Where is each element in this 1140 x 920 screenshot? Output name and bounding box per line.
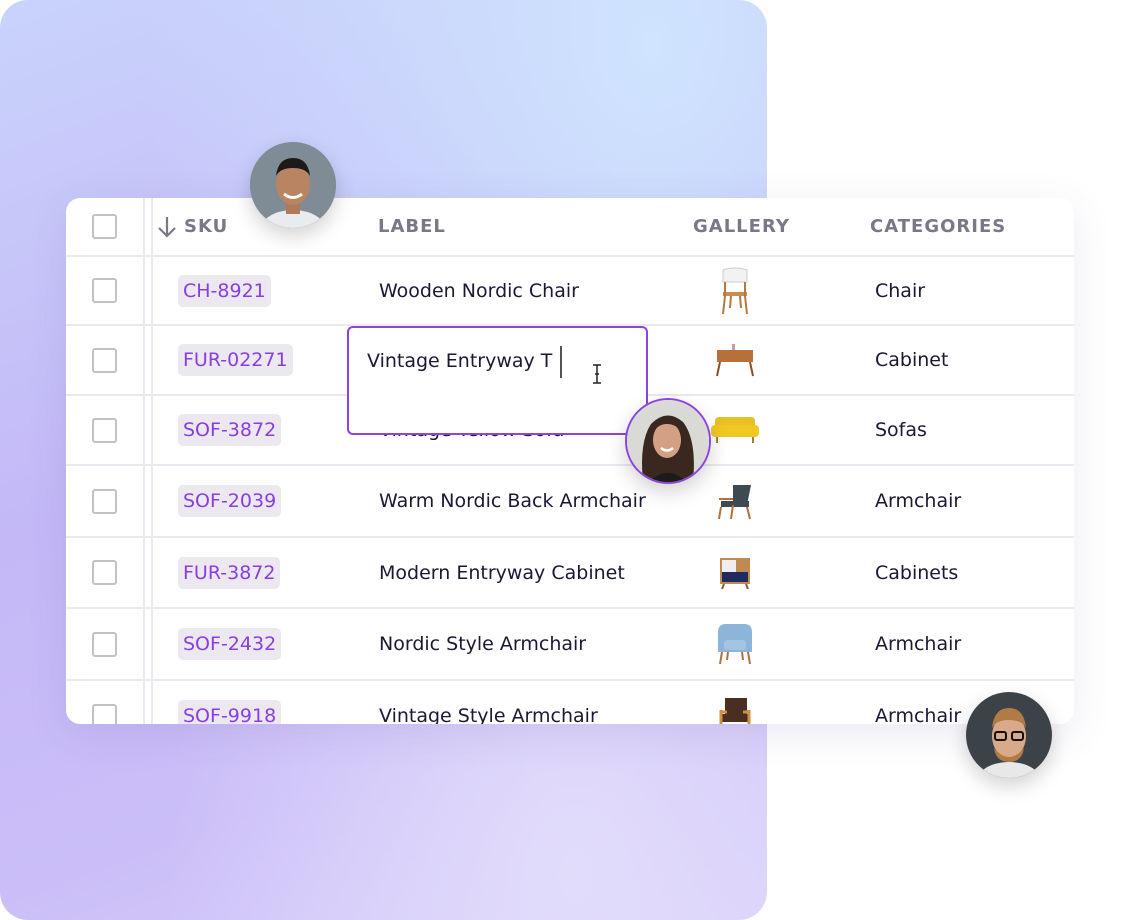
sku-badge[interactable]: SOF-2432 bbox=[178, 628, 282, 660]
row-checkbox[interactable] bbox=[92, 631, 117, 657]
table-row[interactable]: SOF-9918 Vintage Style Armchair Armchair bbox=[66, 681, 1074, 724]
label-cell[interactable]: Modern Entryway Cabinet bbox=[379, 562, 625, 584]
sku-badge[interactable]: FUR-3872 bbox=[178, 556, 281, 589]
label-cell[interactable]: Warm Nordic Back Armchair bbox=[379, 490, 646, 512]
text-cursor-icon bbox=[593, 364, 601, 384]
sku-badge[interactable]: SOF-3872 bbox=[178, 414, 282, 446]
product-image-wooden-console-table[interactable] bbox=[709, 326, 761, 394]
categories-header[interactable]: CATEGORIES bbox=[870, 216, 1006, 237]
editor-input-text[interactable]: Vintage Entryway T bbox=[367, 350, 552, 372]
label-cell[interactable]: Vintage Style Armchair bbox=[379, 705, 598, 724]
category-cell[interactable]: Armchair bbox=[875, 633, 961, 655]
table-row[interactable]: SOF-2039 Warm Nordic Back Armchair Armchai… bbox=[66, 466, 1074, 538]
product-image-brown-armchair[interactable] bbox=[709, 681, 761, 724]
label-cell-editor[interactable]: Vintage Entryway T bbox=[347, 326, 648, 435]
row-checkbox[interactable] bbox=[92, 278, 117, 303]
avatar-man-smiling bbox=[250, 142, 336, 228]
category-cell[interactable]: Cabinets bbox=[875, 562, 958, 584]
product-image-yellow-sofa[interactable] bbox=[709, 396, 761, 464]
arrow-down-icon bbox=[158, 216, 176, 238]
table-row[interactable]: FUR-3872 Modern Entryway Cabinet Cabinets bbox=[66, 538, 1074, 609]
row-checkbox[interactable] bbox=[92, 417, 117, 443]
product-image-white-wooden-chair[interactable] bbox=[709, 257, 761, 324]
label-cell[interactable]: Nordic Style Armchair bbox=[379, 633, 586, 655]
gallery-header[interactable]: GALLERY bbox=[693, 216, 790, 237]
table-row[interactable]: SOF-2432 Nordic Style Armchair Armchair bbox=[66, 609, 1074, 681]
row-checkbox[interactable] bbox=[92, 560, 117, 585]
table-header: SKU LABEL GALLERY CATEGORIES bbox=[66, 198, 1074, 257]
category-cell[interactable]: Cabinet bbox=[875, 349, 948, 371]
table-row[interactable]: CH-8921 Wooden Nordic Chair Chair bbox=[66, 257, 1074, 326]
label-cell[interactable]: Wooden Nordic Chair bbox=[379, 280, 579, 302]
sku-badge[interactable]: FUR-02271 bbox=[178, 344, 293, 376]
category-cell[interactable]: Sofas bbox=[875, 419, 927, 441]
product-image-blue-armchair[interactable] bbox=[709, 609, 761, 679]
product-image-grey-wood-armchair[interactable] bbox=[709, 466, 761, 536]
text-caret bbox=[560, 346, 562, 378]
avatar-woman-editing bbox=[625, 398, 711, 484]
category-cell[interactable]: Armchair bbox=[875, 705, 961, 724]
avatar-man-glasses bbox=[966, 692, 1052, 778]
row-checkbox[interactable] bbox=[92, 488, 117, 514]
category-cell[interactable]: Armchair bbox=[875, 490, 961, 512]
category-cell[interactable]: Chair bbox=[875, 280, 925, 302]
select-all-checkbox[interactable] bbox=[92, 214, 117, 239]
sku-header[interactable]: SKU bbox=[156, 198, 228, 255]
product-image-navy-wood-cabinet[interactable] bbox=[709, 538, 761, 607]
row-checkbox[interactable] bbox=[92, 703, 117, 724]
label-header[interactable]: LABEL bbox=[378, 216, 446, 237]
product-table: SKU LABEL GALLERY CATEGORIES CH-8921 Wood… bbox=[66, 198, 1074, 724]
sku-badge[interactable]: CH-8921 bbox=[178, 274, 271, 307]
sku-badge[interactable]: SOF-2039 bbox=[178, 485, 282, 517]
row-checkbox[interactable] bbox=[92, 347, 117, 373]
sku-badge[interactable]: SOF-9918 bbox=[178, 700, 282, 724]
